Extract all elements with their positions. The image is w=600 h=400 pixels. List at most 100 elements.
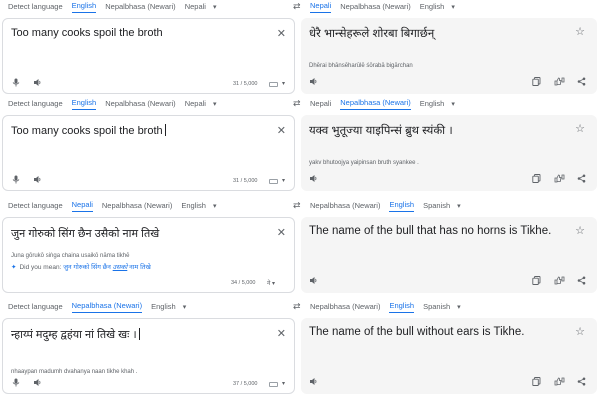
keyboard-icon[interactable]	[269, 382, 278, 387]
feedback-icon[interactable]	[554, 276, 565, 287]
speaker-icon[interactable]	[33, 175, 42, 186]
target-language-bar: Nepalbhasa (Newari) English Spanish ▾	[310, 300, 461, 314]
target-language-tab[interactable]: Spanish	[423, 201, 450, 212]
source-text-panel[interactable]: Too many cooks spoil the broth ✕ 31 / 5,00…	[2, 18, 295, 94]
chevron-down-icon[interactable]: ▾	[213, 100, 217, 108]
target-language-tab[interactable]: Spanish	[423, 302, 450, 313]
target-language-tab[interactable]: Nepalbhasa (Newari)	[340, 2, 410, 13]
target-language-tab[interactable]: Nepalbhasa (Newari)	[310, 302, 380, 313]
source-text-input[interactable]: Too many cooks spoil the broth	[11, 27, 163, 39]
star-icon[interactable]: ☆	[575, 25, 585, 38]
source-text-input[interactable]: जुन गोरुको सिंग छैन उसैको नाम तिखे	[11, 226, 159, 241]
source-language-tab[interactable]: Detect language	[8, 302, 63, 313]
share-icon[interactable]	[577, 174, 586, 185]
swap-languages-icon[interactable]: ⇄	[293, 301, 301, 312]
target-language-tab[interactable]: Nepali	[310, 99, 331, 110]
target-transliteration: Dhērai bhānsēharūlē śōrabā bigārchan	[309, 63, 413, 69]
source-language-tab[interactable]: Nepalbhasa (Newari)	[102, 201, 172, 212]
script-selector-icon[interactable]: ने ▾	[267, 279, 275, 287]
target-language-bar: Nepali Nepalbhasa (Newari) English ▾	[310, 0, 455, 14]
target-transliteration: yakv bhutoojya yaipinsan bruth syankee .	[309, 160, 419, 166]
source-language-tab[interactable]: English	[71, 98, 97, 110]
source-language-bar: Detect language Nepalbhasa (Newari) Englis…	[8, 300, 186, 314]
source-language-tab[interactable]: Nepali	[185, 99, 206, 110]
source-language-tab[interactable]: Nepalbhasa (Newari)	[105, 99, 175, 110]
source-text: Too many cooks spoil the broth	[11, 27, 163, 39]
did-you-mean-label: Did you mean:	[19, 264, 62, 271]
translation-panel: यक्व भुतूज्या याइपिन्सं ब्रुथ स्यंकी । ☆ y…	[301, 115, 597, 191]
mic-icon[interactable]	[12, 378, 20, 389]
mic-icon[interactable]	[12, 78, 20, 89]
source-language-tab[interactable]: English	[71, 1, 97, 13]
feedback-icon[interactable]	[554, 77, 565, 88]
source-language-tab[interactable]: Detect language	[8, 2, 63, 13]
target-language-tab[interactable]: Nepali	[310, 1, 332, 13]
star-icon[interactable]: ☆	[575, 224, 585, 237]
swap-languages-icon[interactable]: ⇄	[293, 200, 301, 211]
source-text-input[interactable]: Too many cooks spoil the broth	[11, 124, 166, 137]
speaker-icon[interactable]	[309, 174, 318, 185]
source-text-panel[interactable]: जुन गोरुको सिंग छैन उसैको नाम तिखे ✕ Juna …	[2, 217, 295, 293]
share-icon[interactable]	[577, 276, 586, 287]
swap-languages-icon[interactable]: ⇄	[293, 1, 301, 12]
share-icon[interactable]	[577, 77, 586, 88]
chevron-down-icon[interactable]: ▾	[282, 177, 285, 184]
source-text-panel[interactable]: न्हाय्पं मदुम्ह द्वहंया नां तिखे खः । ✕ nh…	[2, 318, 295, 394]
target-language-tab[interactable]: Nepalbhasa (Newari)	[340, 98, 411, 110]
chevron-down-icon[interactable]: ▾	[457, 202, 461, 210]
speaker-icon[interactable]	[309, 377, 318, 388]
source-text-panel[interactable]: Too many cooks spoil the broth ✕ 31 / 5,00…	[2, 115, 295, 191]
chevron-down-icon[interactable]: ▾	[457, 303, 461, 311]
close-icon[interactable]: ✕	[277, 327, 286, 340]
chevron-down-icon[interactable]: ▾	[282, 380, 285, 387]
copy-icon[interactable]	[532, 377, 541, 388]
source-language-tab[interactable]: English	[181, 201, 206, 212]
close-icon[interactable]: ✕	[277, 124, 286, 137]
share-icon[interactable]	[577, 377, 586, 388]
target-language-tab[interactable]: English	[420, 99, 445, 110]
feedback-icon[interactable]	[554, 174, 565, 185]
target-language-tab[interactable]: English	[389, 301, 415, 313]
target-language-tab[interactable]: Nepalbhasa (Newari)	[310, 201, 380, 212]
source-language-tab[interactable]: Nepalbhasa (Newari)	[105, 2, 175, 13]
speaker-icon[interactable]	[309, 77, 318, 88]
source-language-tab[interactable]: Nepali	[185, 2, 206, 13]
keyboard-icon[interactable]	[269, 179, 278, 184]
keyboard-icon[interactable]	[269, 82, 278, 87]
chevron-down-icon[interactable]: ▾	[213, 202, 217, 210]
speaker-icon[interactable]	[33, 378, 42, 389]
translated-text: The name of the bull that has no horns i…	[309, 225, 552, 237]
source-language-tab[interactable]: English	[151, 302, 176, 313]
did-you-mean[interactable]: ✦ Did you mean: जुन गोरुको सिंग छैन उसको …	[11, 262, 151, 271]
target-language-tab[interactable]: English	[389, 200, 415, 212]
close-icon[interactable]: ✕	[277, 226, 286, 239]
source-text: जुन गोरुको सिंग छैन उसैको नाम तिखे	[11, 228, 160, 240]
mic-icon[interactable]	[12, 175, 20, 186]
chevron-down-icon[interactable]: ▾	[282, 80, 285, 87]
star-icon[interactable]: ☆	[575, 325, 585, 338]
feedback-icon[interactable]	[554, 377, 565, 388]
target-language-tab[interactable]: English	[420, 2, 445, 13]
chevron-down-icon[interactable]: ▾	[183, 303, 187, 311]
copy-icon[interactable]	[532, 174, 541, 185]
source-language-tab[interactable]: Detect language	[8, 201, 63, 212]
source-language-tab[interactable]: Detect language	[8, 99, 63, 110]
character-count: 31 / 5,000	[233, 81, 258, 87]
swap-languages-icon[interactable]: ⇄	[293, 98, 301, 109]
speaker-icon[interactable]	[309, 276, 318, 287]
chevron-down-icon[interactable]: ▾	[451, 100, 455, 108]
copy-icon[interactable]	[532, 77, 541, 88]
source-language-tab[interactable]: Nepalbhasa (Newari)	[71, 301, 143, 313]
chevron-down-icon[interactable]: ▾	[451, 3, 455, 11]
source-language-bar: Detect language English Nepalbhasa (Newari…	[8, 97, 216, 111]
target-language-bar: Nepalbhasa (Newari) English Spanish ▾	[310, 199, 461, 213]
copy-icon[interactable]	[532, 276, 541, 287]
star-icon[interactable]: ☆	[575, 122, 585, 135]
did-you-mean-suggestion[interactable]: जुन गोरुको सिंग छैन उसको नाम तिखे	[63, 264, 151, 271]
speaker-icon[interactable]	[33, 78, 42, 89]
translate-row: Detect language English Nepalbhasa (Newari…	[0, 0, 600, 100]
close-icon[interactable]: ✕	[277, 27, 286, 40]
source-language-tab[interactable]: Nepali	[71, 200, 93, 212]
chevron-down-icon[interactable]: ▾	[213, 3, 217, 11]
source-text-input[interactable]: न्हाय्पं मदुम्ह द्वहंया नां तिखे खः ।	[11, 327, 140, 342]
